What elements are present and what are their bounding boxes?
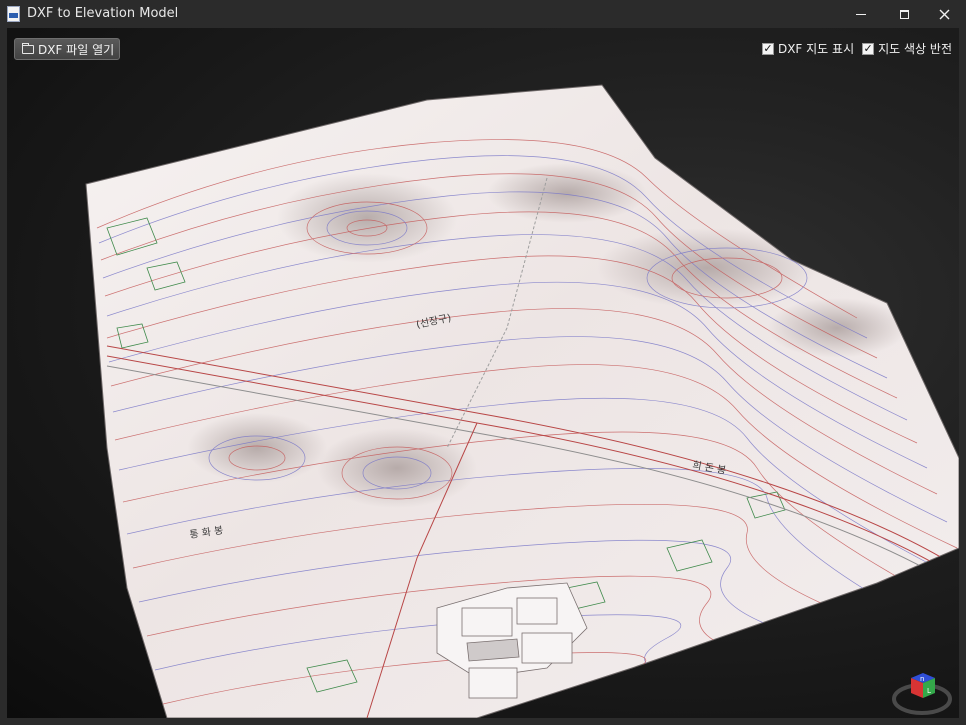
- minimize-button[interactable]: [838, 0, 884, 28]
- window-title: DXF to Elevation Model: [27, 6, 179, 21]
- close-button[interactable]: [921, 0, 966, 28]
- checkbox-invert-map-color[interactable]: ✓: [862, 42, 875, 55]
- title-bar[interactable]: DXF to Elevation Model: [0, 0, 966, 28]
- view-cube-top-label: n: [920, 675, 924, 683]
- close-icon: [939, 9, 949, 19]
- invert-map-color-toggle[interactable]: ✓ 지도 색상 반전: [862, 40, 952, 57]
- navigation-gizmo[interactable]: n L: [891, 664, 953, 716]
- open-dxf-button[interactable]: DXF 파일 열기: [14, 38, 120, 60]
- app-window: DXF to Elevation Model (선장구) 희 돈 봉 통 화 봉…: [0, 0, 966, 725]
- maximize-icon: [899, 9, 909, 19]
- view-options: ✓ DXF 지도 표시 ✓ 지도 색상 반전: [761, 40, 952, 57]
- invert-map-color-label: 지도 색상 반전: [878, 42, 952, 56]
- show-dxf-map-toggle[interactable]: ✓ DXF 지도 표시: [761, 40, 855, 57]
- view-cube-front-label: L: [927, 687, 931, 695]
- show-dxf-map-label: DXF 지도 표시: [777, 42, 855, 56]
- terrain-model[interactable]: (선장구) 희 돈 봉 통 화 봉: [7, 28, 959, 718]
- 3d-viewport[interactable]: (선장구) 희 돈 봉 통 화 봉 DXF 파일 열기 ✓ DXF 지도 표시 …: [7, 28, 959, 718]
- open-dxf-label: DXF 파일 열기: [38, 42, 115, 57]
- dxf-file-icon: [7, 6, 20, 22]
- minimize-icon: [856, 13, 866, 15]
- checkbox-show-dxf-map[interactable]: ✓: [761, 42, 774, 55]
- folder-open-icon: [22, 42, 34, 54]
